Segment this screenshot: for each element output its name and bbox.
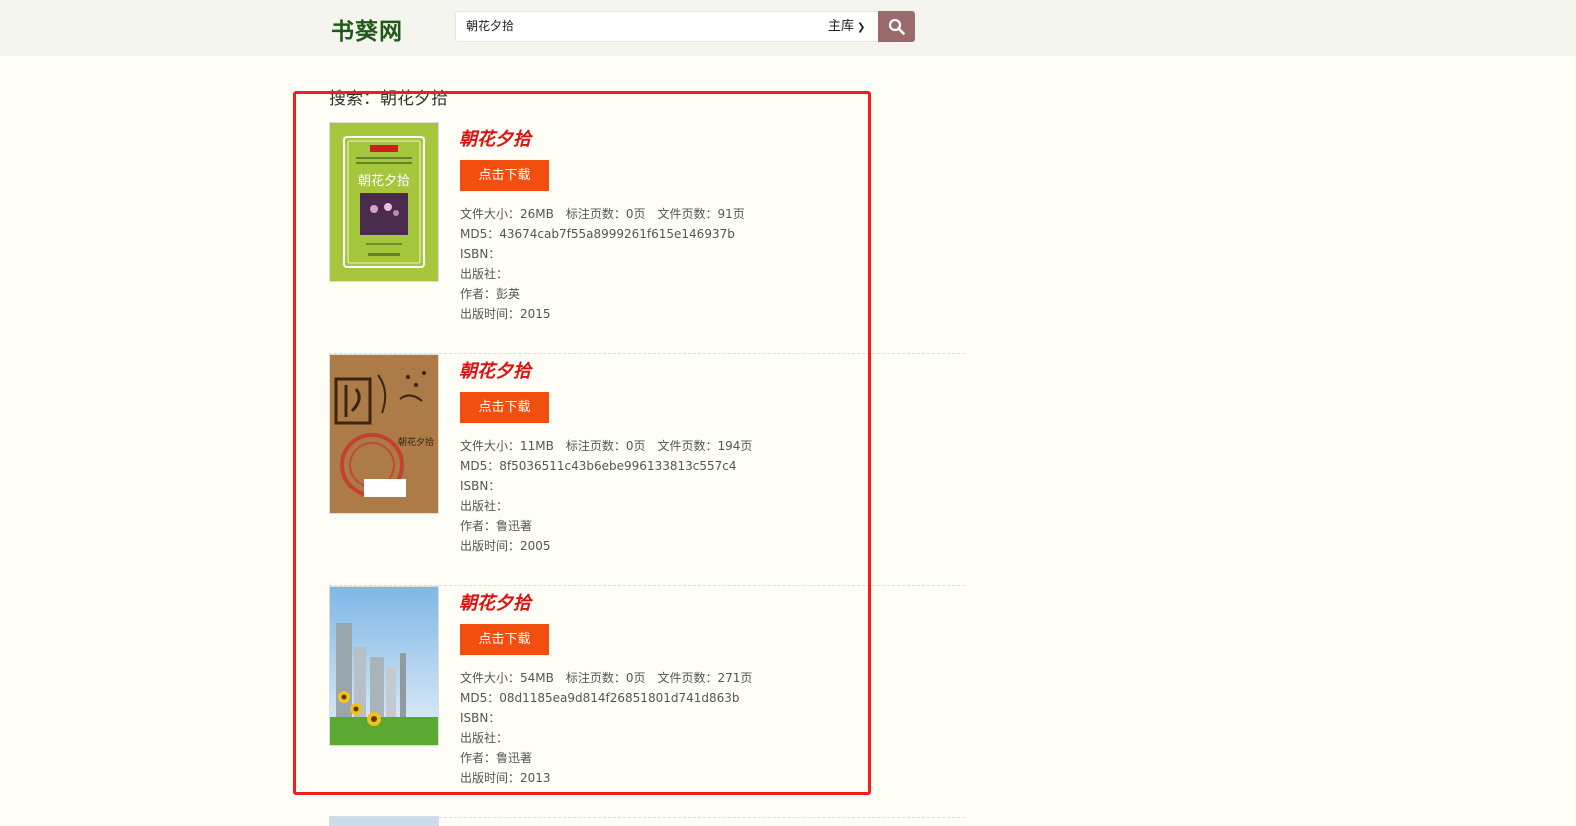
search-icon: [888, 18, 905, 35]
top-bar: 书葵网 主库❯: [0, 0, 1576, 56]
search-button[interactable]: [878, 11, 915, 42]
highlight-annotation-box: [293, 91, 871, 795]
library-select-value: 主库: [828, 19, 855, 34]
search-input[interactable]: [456, 12, 821, 41]
chevron-down-icon: ❯: [857, 22, 866, 33]
search-bar: 主库❯: [455, 11, 915, 42]
site-logo[interactable]: 书葵网: [331, 12, 403, 45]
library-select[interactable]: 主库 ❯: [828, 12, 878, 41]
